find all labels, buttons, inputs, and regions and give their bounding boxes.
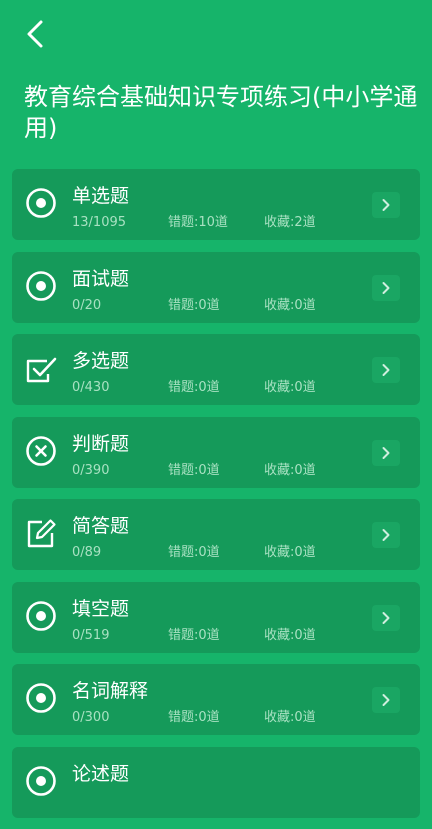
chevron-right-icon [372,687,400,713]
practice-item-short-answer[interactable]: 简答题 0/89 错题:0道 收藏:0道 [12,499,420,570]
circle-x-icon [26,435,56,466]
chevron-right-icon [372,604,400,631]
practice-item-single-choice[interactable]: 单选题 13/1095 错题:10道 收藏:2道 [12,169,420,240]
favorites-count: 收藏:0道 [264,627,316,643]
chevron-right-icon [372,192,400,218]
favorites-count: 收藏:0道 [264,545,316,560]
practice-item-title: 论述题 [72,762,130,785]
progress-count: 13/1095 [72,215,127,230]
practice-item-interview[interactable]: 面试题 0/20 错题:0道 收藏:0道 [12,251,420,323]
radio-target-icon [26,683,56,713]
chevron-right-icon [372,274,400,301]
favorites-count: 收藏:0道 [264,462,316,478]
radio-target-icon [26,270,56,301]
progress-count: 0/519 [72,627,110,643]
back-button[interactable] [18,14,52,54]
favorites-count: 收藏:2道 [264,215,316,230]
favorites-count: 收藏:0道 [264,380,316,395]
wrong-count: 错题:0道 [168,545,220,560]
practice-item-fill-blank[interactable]: 填空题 0/519 错题:0道 收藏:0道 [12,581,420,653]
progress-count: 0/300 [72,710,110,725]
chevron-right-icon [372,439,400,466]
checkbox-icon [26,357,57,383]
practice-item-title: 填空题 [72,597,130,620]
progress-count: 0/430 [72,380,110,395]
radio-target-icon [26,188,56,218]
progress-count: 0/390 [72,462,110,478]
wrong-count: 错题:0道 [168,380,220,395]
practice-item-multiple-choice[interactable]: 多选题 0/430 错题:0道 收藏:0道 [12,334,420,405]
page-title: 教育综合基础知识专项练习(中小学通用) [24,83,418,142]
practice-item-title: 简答题 [72,515,130,537]
practice-item-term-definition[interactable]: 名词解释 0/300 错题:0道 收藏:0道 [12,664,420,735]
wrong-count: 错题:0道 [168,297,220,313]
wrong-count: 错题:10道 [168,215,228,230]
wrong-count: 错题:0道 [168,462,220,478]
wrong-count: 错题:0道 [168,710,220,725]
radio-target-icon [26,765,56,796]
practice-item-title: 多选题 [72,350,130,372]
practice-item-title: 单选题 [72,185,130,207]
practice-item-essay[interactable]: 论述题 [12,746,420,818]
radio-target-icon [26,600,56,631]
favorites-count: 收藏:0道 [264,297,316,313]
progress-count: 0/20 [72,297,102,313]
practice-item-title: 面试题 [72,267,130,290]
practice-item-true-false[interactable]: 判断题 0/390 错题:0道 收藏:0道 [12,416,420,488]
progress-count: 0/89 [72,545,102,560]
chevron-right-icon [372,522,400,548]
edit-icon [27,519,56,548]
chevron-left-icon [27,20,43,48]
chevron-right-icon [372,357,400,383]
practice-item-title: 判断题 [72,432,130,455]
practice-item-title: 名词解释 [72,680,149,702]
practice-list: 单选题 13/1095 错题:10道 收藏:2道 面试题 0/20 错题:0道 … [12,169,420,829]
favorites-count: 收藏:0道 [264,710,316,725]
wrong-count: 错题:0道 [168,627,220,643]
